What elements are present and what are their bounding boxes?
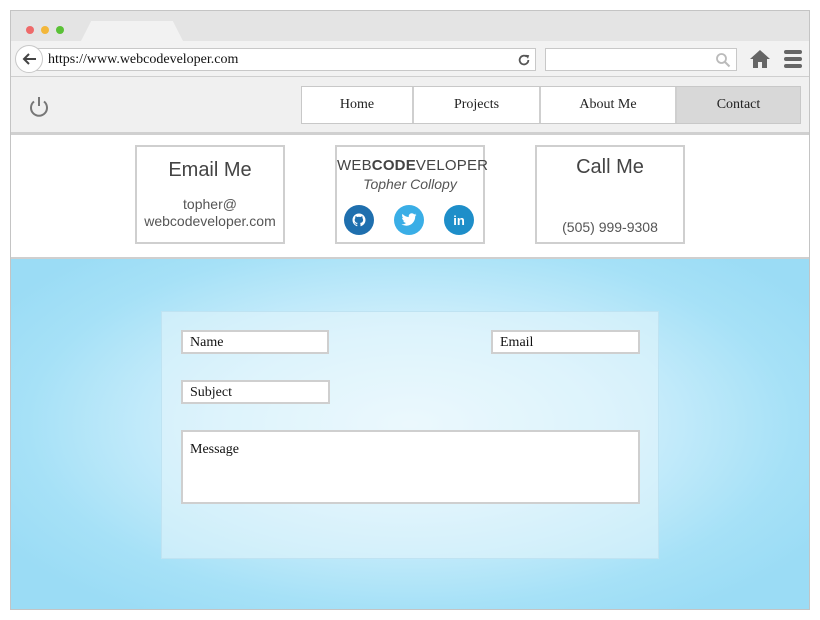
menu-icon[interactable] <box>783 48 803 70</box>
nav-contact[interactable]: Contact <box>677 87 800 123</box>
minimize-window-button[interactable] <box>41 26 49 34</box>
nav-projects[interactable]: Projects <box>414 87 541 123</box>
message-field[interactable]: Message <box>181 430 640 504</box>
brand-owner-name: Topher Collopy <box>363 176 457 192</box>
github-link[interactable] <box>344 205 374 235</box>
site-header: Home Projects About Me Contact <box>11 77 809 135</box>
power-icon[interactable] <box>27 95 51 119</box>
contact-section: Name Email Subject Message <box>11 259 809 609</box>
address-bar-row: https://www.webcodeveloper.com <box>11 41 809 77</box>
browser-search-input[interactable] <box>545 48 737 71</box>
email-card-title: Email Me <box>168 159 252 181</box>
twitter-icon <box>401 213 417 226</box>
contact-form: Name Email Subject Message <box>161 311 659 559</box>
phone-number: (505) 999-9308 <box>562 219 658 235</box>
email-card[interactable]: Email Me topher@ webcodeveloper.com <box>135 145 285 244</box>
email-field[interactable]: Email <box>491 330 640 354</box>
back-button[interactable] <box>15 45 43 73</box>
subject-field[interactable]: Subject <box>181 380 330 404</box>
url-text: https://www.webcodeveloper.com <box>48 52 239 67</box>
nav-about-me[interactable]: About Me <box>541 87 677 123</box>
brand-card: WEBCODEVELOPER Topher Collopy in <box>335 145 489 244</box>
linkedin-icon: in <box>453 212 465 228</box>
reload-icon[interactable] <box>517 53 531 67</box>
call-card[interactable]: Call Me (505) 999-9308 <box>535 145 685 244</box>
twitter-link[interactable] <box>394 205 424 235</box>
close-window-button[interactable] <box>26 26 34 34</box>
brand-logo: WEBCODEVELOPER <box>337 157 489 174</box>
search-icon <box>716 53 731 68</box>
linkedin-link[interactable]: in <box>444 205 474 235</box>
url-field[interactable]: https://www.webcodeveloper.com <box>33 48 536 71</box>
home-icon[interactable] <box>749 48 771 70</box>
maximize-window-button[interactable] <box>56 26 64 34</box>
nav-home[interactable]: Home <box>302 87 414 123</box>
title-bar <box>11 11 809 41</box>
main-nav: Home Projects About Me Contact <box>301 86 801 124</box>
arrow-left-icon <box>22 53 36 65</box>
email-address-line-2: webcodeveloper.com <box>144 213 276 229</box>
github-icon <box>352 213 366 227</box>
call-card-title: Call Me <box>576 156 644 178</box>
name-field[interactable]: Name <box>181 330 329 354</box>
browser-window: https://www.webcodeveloper.com Home Proj… <box>10 10 810 610</box>
browser-tab[interactable] <box>81 21 183 41</box>
contact-info-strip: Email Me topher@ webcodeveloper.com WEBC… <box>11 135 809 259</box>
email-address-line-1: topher@ <box>183 196 237 212</box>
social-links: in <box>337 205 483 235</box>
